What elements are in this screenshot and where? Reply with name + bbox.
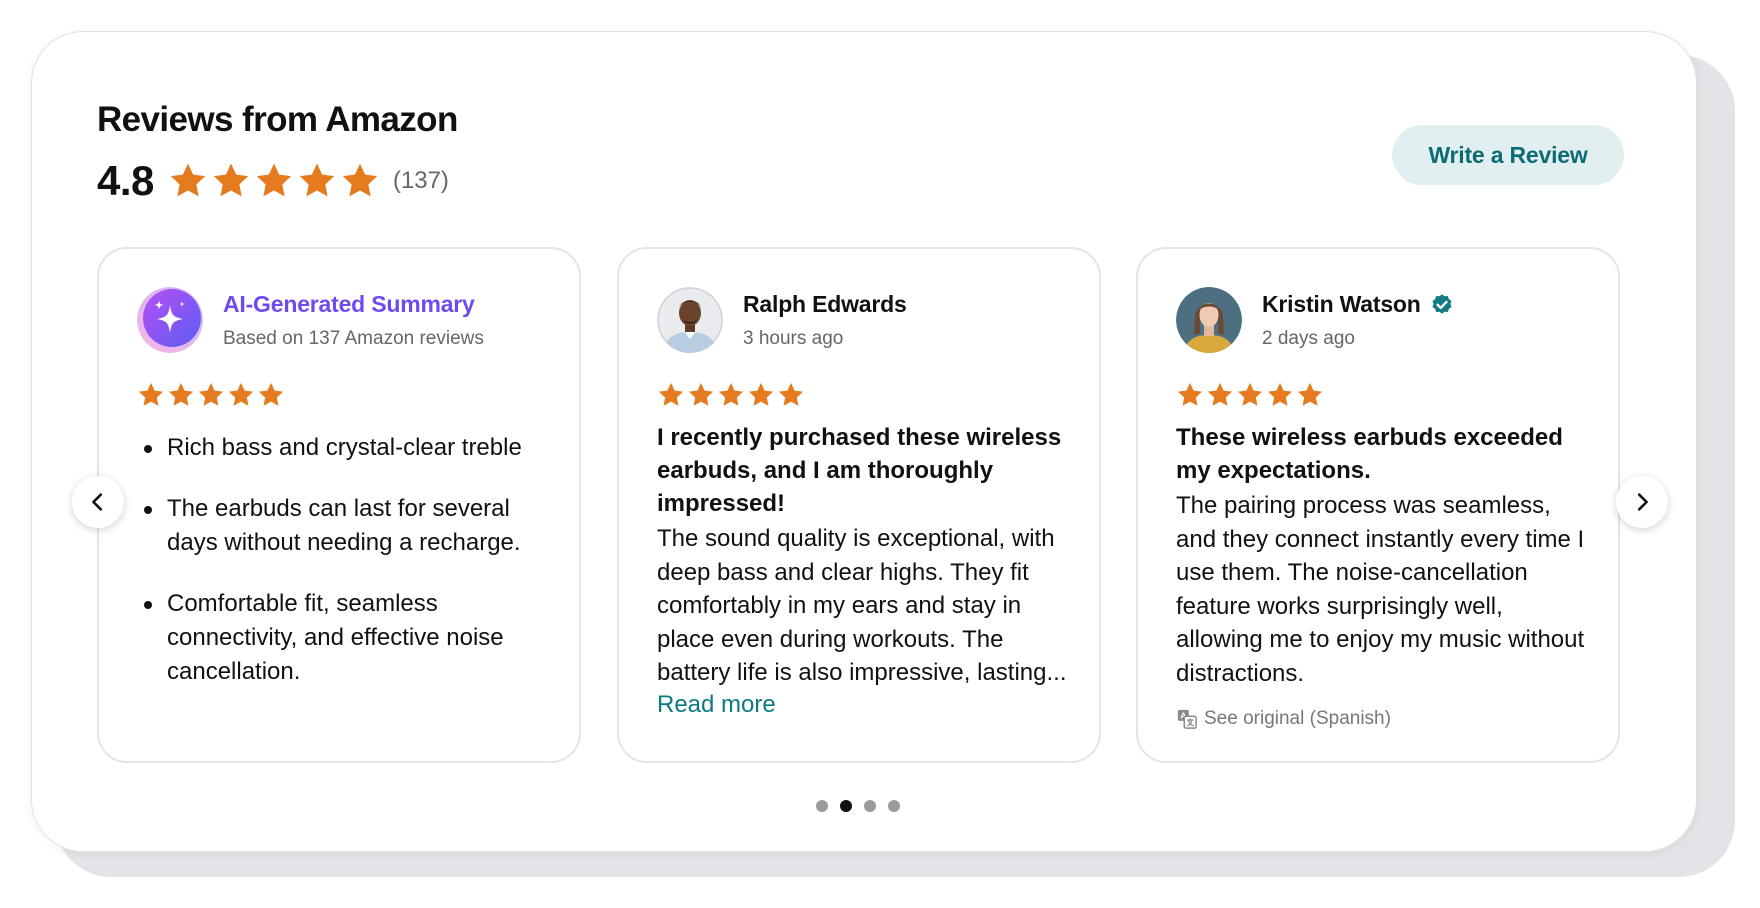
star-icon (657, 381, 685, 409)
ai-summary-title: AI-Generated Summary (223, 290, 475, 317)
card-header: AI-Generated Summary Based on 137 Amazon… (137, 287, 484, 353)
avatar (657, 287, 723, 353)
reviewer-name: Ralph Edwards (743, 290, 907, 317)
review-body: I recently purchased these wireless earb… (657, 421, 1067, 719)
review-text: The pairing process was seamless, and th… (1176, 492, 1585, 687)
overall-rating: 4.8 (137) (97, 154, 449, 208)
verified-badge-icon (1432, 294, 1452, 314)
pagination-dot[interactable] (816, 800, 828, 812)
card-header: Kristin Watson 2 days ago (1176, 287, 1455, 353)
rating-value: 4.8 (97, 157, 154, 204)
see-original-label: See original (Spanish) (1204, 708, 1391, 729)
chevron-left-icon (92, 493, 103, 511)
review-card: Ralph Edwards 3 hours ago I recently pur… (617, 247, 1101, 763)
rating-stars (168, 161, 383, 201)
star-icon (257, 381, 285, 409)
review-text: The sound quality is exceptional, with d… (657, 525, 1067, 686)
star-icon (1236, 381, 1264, 409)
summary-point: Rich bass and crystal-clear treble (137, 431, 547, 465)
pagination-dot[interactable] (888, 800, 900, 812)
sparkles-icon (137, 287, 203, 353)
review-body: These wireless earbuds exceeded my expec… (1176, 421, 1586, 730)
star-icon (197, 381, 225, 409)
star-icon (777, 381, 805, 409)
ai-summary-card: AI-Generated Summary Based on 137 Amazon… (97, 247, 581, 763)
summary-point: Comfortable fit, seamless connectivity, … (137, 587, 547, 689)
star-icon (1206, 381, 1234, 409)
star-icon (340, 161, 380, 201)
pagination-dot[interactable] (864, 800, 876, 812)
star-icon (1176, 381, 1204, 409)
star-icon (254, 161, 294, 201)
star-icon (717, 381, 745, 409)
star-icon (297, 161, 337, 201)
write-review-button[interactable]: Write a Review (1392, 125, 1624, 185)
pagination-dot[interactable] (840, 800, 852, 812)
star-icon (167, 381, 195, 409)
card-stars (137, 381, 287, 409)
card-stars (657, 381, 807, 409)
widget-title: Reviews from Amazon (97, 100, 458, 139)
review-time: 3 hours ago (743, 327, 844, 349)
card-header: Ralph Edwards 3 hours ago (657, 287, 907, 353)
chevron-right-icon (1637, 493, 1648, 511)
star-icon (227, 381, 255, 409)
reviewer-name: Kristin Watson (1262, 290, 1421, 317)
carousel-pagination (816, 800, 912, 812)
star-icon (747, 381, 775, 409)
review-time: 2 days ago (1262, 327, 1355, 349)
star-icon (137, 381, 165, 409)
avatar (1176, 287, 1242, 353)
carousel-next-button[interactable] (1616, 476, 1668, 528)
star-icon (211, 161, 251, 201)
ai-summary-subtitle: Based on 137 Amazon reviews (223, 327, 484, 349)
star-icon (1296, 381, 1324, 409)
review-headline: I recently purchased these wireless earb… (657, 424, 1062, 517)
carousel-prev-button[interactable] (72, 476, 124, 528)
card-stars (1176, 381, 1326, 409)
summary-point: The earbuds can last for several days wi… (137, 492, 547, 560)
review-count: (137) (392, 167, 449, 194)
see-original-link[interactable]: A See original (Spanish) (1176, 708, 1586, 730)
star-icon (168, 161, 208, 201)
star-icon (1266, 381, 1294, 409)
star-icon (687, 381, 715, 409)
read-more-link[interactable]: Read more (657, 691, 776, 719)
reviewer-name-row: Kristin Watson (1262, 291, 1455, 318)
translate-icon: A (1177, 709, 1197, 729)
review-card: Kristin Watson 2 days ago These wireless… (1136, 247, 1620, 763)
summary-points: Rich bass and crystal-clear treble The e… (137, 431, 547, 716)
review-headline: These wireless earbuds exceeded my expec… (1176, 424, 1563, 484)
